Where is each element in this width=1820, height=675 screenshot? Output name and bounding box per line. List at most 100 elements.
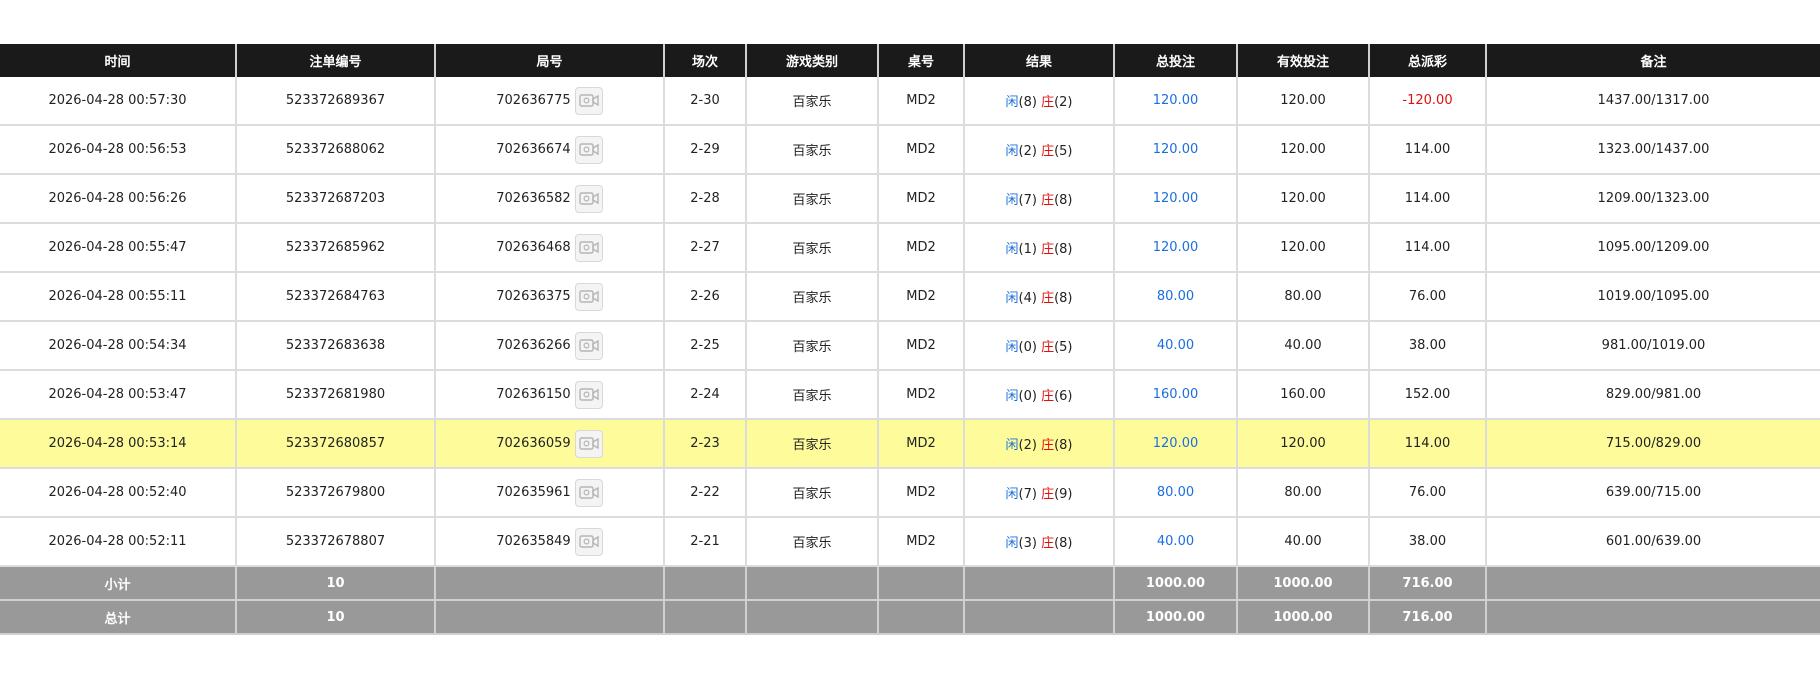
subtotal-total-bet: 1000.00 xyxy=(1113,566,1237,601)
cell-payout: 76.00 xyxy=(1368,272,1486,322)
cell-valid-bet: 160.00 xyxy=(1236,370,1369,420)
player-score: (0) xyxy=(1018,389,1037,404)
cell-time: 2026-04-28 00:55:47 xyxy=(0,223,236,273)
cell-payout: 114.00 xyxy=(1368,419,1486,469)
cell-round: 702636775 xyxy=(434,77,664,126)
cell-round: 702635849 xyxy=(434,517,664,567)
video-replay-icon[interactable] xyxy=(574,86,603,115)
header-total-bet: 总投注 xyxy=(1113,44,1237,77)
player-score: (2) xyxy=(1018,144,1037,159)
cell-shoe: 2-27 xyxy=(663,223,746,273)
header-time: 时间 xyxy=(0,44,236,77)
cell-table: MD2 xyxy=(877,272,964,322)
cell-shoe: 2-26 xyxy=(663,272,746,322)
cell-valid-bet: 120.00 xyxy=(1236,77,1369,126)
cell-total-bet: 120.00 xyxy=(1113,223,1237,273)
cell-shoe: 2-29 xyxy=(663,125,746,175)
cell-game-type: 百家乐 xyxy=(745,272,878,322)
cell-time: 2026-04-28 00:54:34 xyxy=(0,321,236,371)
cell-round: 702636375 xyxy=(434,272,664,322)
cell-payout: 76.00 xyxy=(1368,468,1486,518)
cell-time: 2026-04-28 00:55:11 xyxy=(0,272,236,322)
cell-time: 2026-04-28 00:52:40 xyxy=(0,468,236,518)
header-note: 备注 xyxy=(1485,44,1820,77)
cell-note: 1019.00/1095.00 xyxy=(1485,272,1820,322)
table-row: 2026-04-28 00:53:47 523372681980 702636150… xyxy=(0,370,1820,420)
player-score: (4) xyxy=(1018,291,1037,306)
video-replay-icon[interactable] xyxy=(574,282,603,311)
cell-time: 2026-04-28 00:53:47 xyxy=(0,370,236,420)
banker-score: (6) xyxy=(1054,389,1073,404)
round-number: 702636375 xyxy=(496,289,571,304)
player-score: (8) xyxy=(1018,95,1037,110)
cell-table: MD2 xyxy=(877,174,964,224)
player-score: (3) xyxy=(1018,536,1037,551)
cell-bet-id: 523372679800 xyxy=(235,468,435,518)
cell-bet-id: 523372687203 xyxy=(235,174,435,224)
cell-valid-bet: 80.00 xyxy=(1236,272,1369,322)
header-round: 局号 xyxy=(434,44,664,77)
cell-round: 702635961 xyxy=(434,468,664,518)
subtotal-count: 10 xyxy=(235,566,435,601)
banker-label: 庄 xyxy=(1041,193,1055,208)
video-replay-icon[interactable] xyxy=(574,380,603,409)
grand-total-label: 总计 xyxy=(0,600,236,635)
table-row: 2026-04-28 00:56:26 523372687203 702636582… xyxy=(0,174,1820,224)
player-score: (2) xyxy=(1018,438,1037,453)
cell-bet-id: 523372689367 xyxy=(235,77,435,126)
banker-score: (8) xyxy=(1054,291,1073,306)
cell-table: MD2 xyxy=(877,468,964,518)
grand-total-count: 10 xyxy=(235,600,435,635)
player-label: 闲 xyxy=(1005,291,1019,306)
player-score: (1) xyxy=(1018,242,1037,257)
table-footer: 小计 10 1000.00 1000.00 716.00 总计 10 1000.… xyxy=(0,566,1820,635)
cell-table: MD2 xyxy=(877,419,964,469)
cell-game-type: 百家乐 xyxy=(745,370,878,420)
video-replay-icon[interactable] xyxy=(574,233,603,262)
video-replay-icon[interactable] xyxy=(574,184,603,213)
cell-note: 1437.00/1317.00 xyxy=(1485,77,1820,126)
video-replay-icon[interactable] xyxy=(574,331,603,360)
cell-shoe: 2-28 xyxy=(663,174,746,224)
table-row: 2026-04-28 00:54:34 523372683638 702636266… xyxy=(0,321,1820,371)
cell-note: 601.00/639.00 xyxy=(1485,517,1820,567)
table-row: 2026-04-28 00:52:40 523372679800 702635961… xyxy=(0,468,1820,518)
subtotal-row: 小计 10 1000.00 1000.00 716.00 xyxy=(0,566,1820,601)
cell-game-type: 百家乐 xyxy=(745,223,878,273)
round-number: 702636468 xyxy=(496,240,571,255)
banker-label: 庄 xyxy=(1041,536,1055,551)
cell-bet-id: 523372684763 xyxy=(235,272,435,322)
video-replay-icon[interactable] xyxy=(574,429,603,458)
video-replay-icon[interactable] xyxy=(574,135,603,164)
cell-note: 715.00/829.00 xyxy=(1485,419,1820,469)
header-game-type: 游戏类别 xyxy=(745,44,878,77)
cell-valid-bet: 120.00 xyxy=(1236,223,1369,273)
cell-table: MD2 xyxy=(877,321,964,371)
cell-round: 702636059 xyxy=(434,419,664,469)
banker-label: 庄 xyxy=(1041,438,1055,453)
cell-valid-bet: 40.00 xyxy=(1236,517,1369,567)
banker-score: (8) xyxy=(1054,438,1073,453)
cell-result: 闲(3) 庄(8) xyxy=(963,517,1114,567)
grand-total-row: 总计 10 1000.00 1000.00 716.00 xyxy=(0,600,1820,635)
cell-result: 闲(8) 庄(2) xyxy=(963,77,1114,126)
cell-bet-id: 523372680857 xyxy=(235,419,435,469)
video-replay-icon[interactable] xyxy=(574,527,603,556)
cell-note: 1095.00/1209.00 xyxy=(1485,223,1820,273)
banker-score: (9) xyxy=(1054,487,1073,502)
video-replay-icon[interactable] xyxy=(574,478,603,507)
round-number: 702635961 xyxy=(496,485,571,500)
player-label: 闲 xyxy=(1005,536,1019,551)
cell-valid-bet: 120.00 xyxy=(1236,419,1369,469)
cell-valid-bet: 40.00 xyxy=(1236,321,1369,371)
subtotal-payout: 716.00 xyxy=(1368,566,1486,601)
header-valid-bet: 有效投注 xyxy=(1236,44,1369,77)
player-label: 闲 xyxy=(1005,95,1019,110)
grand-total-payout: 716.00 xyxy=(1368,600,1486,635)
table-row: 2026-04-28 00:56:53 523372688062 702636674… xyxy=(0,125,1820,175)
cell-payout: 114.00 xyxy=(1368,174,1486,224)
round-number: 702636582 xyxy=(496,191,571,206)
round-number: 702636059 xyxy=(496,436,571,451)
banker-label: 庄 xyxy=(1041,144,1055,159)
grand-total-valid-bet: 1000.00 xyxy=(1236,600,1369,635)
